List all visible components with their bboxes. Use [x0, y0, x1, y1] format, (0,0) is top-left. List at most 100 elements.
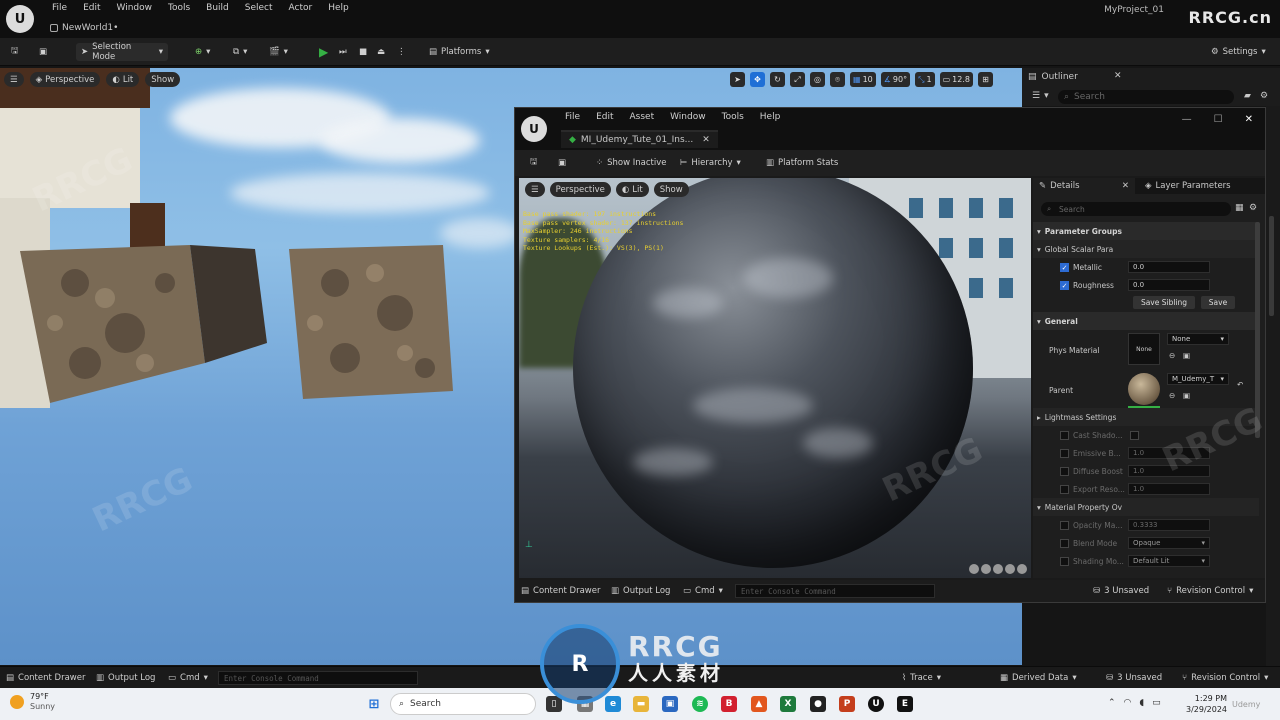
world-space-icon[interactable]: ◎: [810, 72, 825, 87]
save-sibling-button[interactable]: Save Sibling: [1133, 296, 1195, 309]
show-button[interactable]: Show: [653, 182, 689, 197]
stop-button[interactable]: ■: [354, 43, 372, 61]
opacity-override-checkbox[interactable]: [1060, 520, 1069, 530]
phys-material-dropdown[interactable]: None ▾: [1167, 333, 1229, 345]
add-actor-button[interactable]: ⊕ ▾: [190, 43, 215, 61]
reset-arrow-icon[interactable]: ↶: [1237, 380, 1243, 389]
windows-start-icon[interactable]: ⊞: [366, 696, 382, 712]
menu-file[interactable]: File: [44, 2, 75, 14]
outliner-search-input[interactable]: ⌕ Search: [1058, 90, 1234, 104]
details-search-input[interactable]: ⌕ Search: [1041, 202, 1231, 216]
material-preview-viewport[interactable]: Base pass shader: 197 instructions Base …: [519, 178, 1031, 578]
scrollbar[interactable]: [1269, 216, 1274, 316]
maximize-icon[interactable]: ☐: [1214, 114, 1223, 125]
derived-data-dropdown[interactable]: ▦ Derived Data ▾: [1000, 671, 1077, 685]
menu-help[interactable]: Help: [320, 2, 357, 14]
unreal-logo[interactable]: U: [6, 5, 34, 33]
clock[interactable]: 1:29 PM 3/29/2024: [1186, 693, 1227, 715]
close-icon[interactable]: ✕: [702, 135, 710, 145]
export-res-field[interactable]: 1.0: [1128, 483, 1210, 495]
category-lightmass[interactable]: ▸ Lightmass Settings: [1033, 408, 1259, 426]
weather-widget[interactable]: 79°F Sunny: [10, 692, 55, 712]
settings-dropdown[interactable]: ⚙ Settings ▾: [1206, 43, 1271, 61]
metallic-checkbox[interactable]: ✓: [1060, 262, 1069, 272]
select-tool-icon[interactable]: ➤: [730, 72, 745, 87]
unreal-taskbar-icon[interactable]: U: [868, 696, 884, 712]
eject-button[interactable]: ⏏: [372, 43, 390, 61]
revision-control-button[interactable]: ⑂ Revision Control ▾: [1182, 671, 1268, 685]
cube-shape-icon[interactable]: [1005, 564, 1015, 574]
save-icon[interactable]: 🖫: [6, 43, 23, 61]
content-drawer-button[interactable]: ▤ Content Drawer: [521, 584, 600, 598]
menu-tools[interactable]: Tools: [160, 2, 198, 14]
use-asset-icon[interactable]: ⊖: [1169, 351, 1175, 360]
outliner-tab[interactable]: ▤ Outliner: [1028, 71, 1128, 83]
category-parameter-groups[interactable]: ▾ Parameter Groups: [1033, 222, 1259, 240]
app-b-icon[interactable]: B: [721, 696, 737, 712]
browse-icon[interactable]: ▣: [553, 154, 571, 172]
parent-material-thumbnail[interactable]: [1128, 373, 1160, 405]
davinci-icon[interactable]: ●: [810, 696, 826, 712]
roughness-checkbox[interactable]: ✓: [1060, 280, 1069, 290]
details-scrollbar[interactable]: [1255, 222, 1260, 438]
rotate-tool-icon[interactable]: ↻: [770, 72, 785, 87]
tab-details[interactable]: ✎ Details ✕: [1033, 178, 1135, 194]
trace-dropdown[interactable]: ⌇ Trace ▾: [902, 671, 941, 685]
volume-icon[interactable]: ◖: [1139, 698, 1144, 708]
add-folder-icon[interactable]: ▰: [1244, 91, 1251, 101]
outliner-filter[interactable]: ☰ ▾: [1032, 91, 1049, 101]
console-input[interactable]: Enter Console Command: [218, 671, 418, 685]
menu-window[interactable]: Window: [109, 2, 161, 14]
revision-control-button[interactable]: ⑂ Revision Control ▾: [1167, 584, 1253, 598]
metallic-value-field[interactable]: 0.0: [1128, 261, 1210, 273]
taskbar-search-input[interactable]: ⌕ Search: [390, 693, 536, 715]
lit-button[interactable]: ◐ Lit: [615, 182, 649, 197]
surface-snap-icon[interactable]: ⌾: [830, 72, 845, 87]
sphere-shape-icon[interactable]: [969, 564, 979, 574]
edge-icon[interactable]: e: [605, 696, 621, 712]
move-tool-icon[interactable]: ✥: [750, 72, 765, 87]
menu-edit[interactable]: Edit: [588, 112, 621, 122]
powerpoint-icon[interactable]: P: [839, 696, 855, 712]
browse-icon[interactable]: ▣: [34, 43, 52, 61]
platforms-dropdown[interactable]: ▤ Platforms ▾: [424, 43, 495, 61]
epic-launcher-icon[interactable]: E: [897, 696, 913, 712]
plane-shape-icon[interactable]: [993, 564, 1003, 574]
cinematics-button[interactable]: 🎬 ▾: [264, 43, 293, 61]
excel-icon[interactable]: X: [780, 696, 796, 712]
cmd-dropdown[interactable]: ▭ Cmd ▾: [168, 671, 208, 685]
gear-icon[interactable]: ⚙: [1249, 203, 1257, 213]
save-button[interactable]: Save: [1201, 296, 1235, 309]
selection-mode-dropdown[interactable]: ➤ Selection Mode ▾: [76, 42, 168, 62]
console-input[interactable]: Enter Console Command: [735, 584, 935, 598]
category-general[interactable]: ▾ General: [1033, 312, 1259, 330]
unsaved-button[interactable]: ⛁ 3 Unsaved: [1106, 671, 1162, 685]
menu-select[interactable]: Select: [237, 2, 281, 14]
minimize-icon[interactable]: —: [1182, 114, 1192, 125]
menu-build[interactable]: Build: [198, 2, 237, 14]
output-log-button[interactable]: ▥ Output Log: [611, 584, 670, 598]
grid-snap-toggle[interactable]: ▦ 10: [850, 72, 876, 87]
content-drawer-button[interactable]: ▤ Content Drawer: [6, 671, 85, 685]
menu-tools[interactable]: Tools: [714, 112, 752, 122]
blend-mode-dropdown[interactable]: Opaque ▾: [1128, 537, 1210, 549]
tab-layer-parameters[interactable]: ◈ Layer Parameters: [1139, 178, 1237, 194]
custom-shape-icon[interactable]: [1017, 564, 1027, 574]
table-view-icon[interactable]: ▦: [1235, 203, 1244, 213]
shading-model-dropdown[interactable]: Default Lit ▾: [1128, 555, 1210, 567]
browse-asset-icon[interactable]: ▣: [1183, 391, 1190, 400]
angle-snap-toggle[interactable]: ∡ 90°: [880, 72, 911, 87]
spotify-icon[interactable]: ≋: [692, 696, 708, 712]
menu-asset[interactable]: Asset: [622, 112, 663, 122]
scale-snap-toggle[interactable]: ⤡ 1: [915, 72, 935, 87]
layout-icon[interactable]: ⊞: [977, 72, 993, 87]
viewport-menu-button[interactable]: ☰: [4, 72, 24, 87]
level-tab[interactable]: NewWorld1•: [50, 20, 118, 36]
perspective-button[interactable]: Perspective: [549, 182, 611, 197]
menu-window[interactable]: Window: [662, 112, 714, 122]
menu-actor[interactable]: Actor: [281, 2, 321, 14]
unreal-logo[interactable]: U: [521, 116, 547, 142]
diffuse-override-checkbox[interactable]: [1060, 466, 1069, 476]
cmd-dropdown[interactable]: ▭ Cmd ▾: [683, 584, 723, 598]
chevron-up-icon[interactable]: ⌃: [1108, 698, 1116, 708]
